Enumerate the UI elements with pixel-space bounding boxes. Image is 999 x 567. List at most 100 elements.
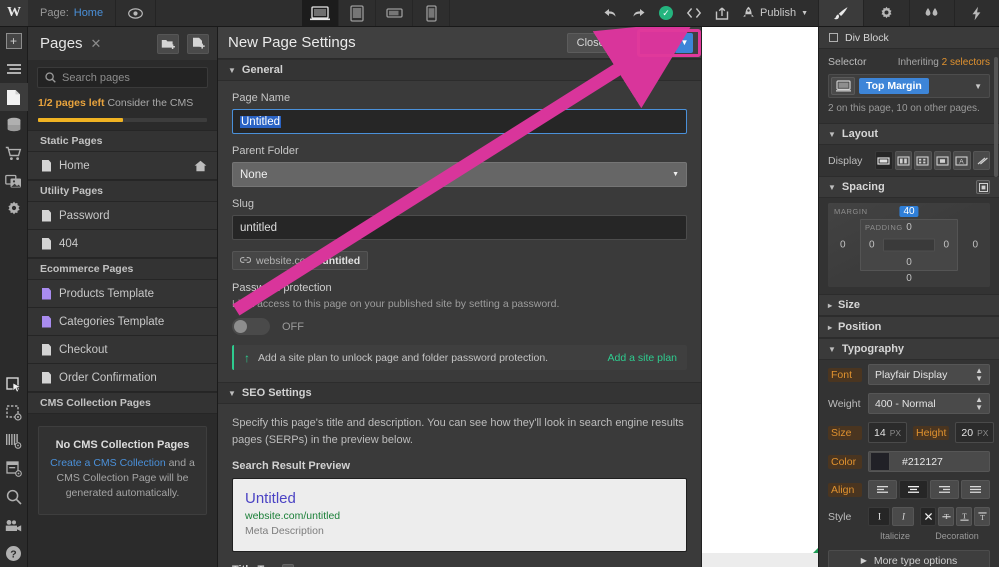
style-panel-scrollbar[interactable] bbox=[994, 57, 998, 177]
new-page-button[interactable] bbox=[187, 33, 209, 54]
font-size-input[interactable]: 14 PX bbox=[868, 422, 908, 443]
more-type-options-button[interactable]: ▶ More type options bbox=[828, 550, 990, 567]
close-icon[interactable]: ✕ bbox=[91, 36, 102, 52]
section-header-position[interactable]: ▸ Position bbox=[819, 316, 999, 338]
color-swatch[interactable] bbox=[870, 452, 890, 471]
breakpoint-mobile-landscape[interactable] bbox=[376, 0, 414, 26]
section-header-size[interactable]: ▸ Size bbox=[819, 294, 999, 316]
padding-left-value[interactable]: 0 bbox=[869, 240, 875, 251]
rail-item-audit-panel[interactable] bbox=[0, 455, 28, 483]
expand-spacing-icon[interactable] bbox=[976, 180, 990, 194]
text-color-field[interactable]: #212127 bbox=[868, 451, 990, 472]
page-item-home[interactable]: Home bbox=[28, 152, 217, 180]
create-button[interactable]: Create bbox=[620, 32, 675, 53]
redo-button[interactable] bbox=[624, 0, 652, 27]
custom-code-button[interactable] bbox=[680, 0, 708, 27]
font-select[interactable]: Playfair Display ▲ ▼ bbox=[868, 364, 990, 385]
display-none-option[interactable] bbox=[972, 151, 990, 170]
align-right-option[interactable] bbox=[930, 480, 959, 499]
align-center-option[interactable] bbox=[899, 480, 928, 499]
close-button[interactable]: Close bbox=[566, 32, 615, 53]
page-item-order-confirmation[interactable]: Order Confirmation bbox=[28, 364, 217, 392]
align-left-option[interactable] bbox=[868, 480, 897, 499]
selected-element-breadcrumb[interactable]: Div Block bbox=[819, 27, 999, 49]
rail-item-add-elements[interactable]: + bbox=[0, 27, 28, 55]
section-header-spacing[interactable]: ▼ Spacing bbox=[819, 176, 999, 198]
underline-option[interactable]: T bbox=[956, 507, 972, 526]
breakpoint-desktop[interactable] bbox=[302, 0, 340, 26]
rail-item-settings[interactable] bbox=[0, 195, 28, 223]
padding-right-value[interactable]: 0 bbox=[943, 240, 949, 251]
padding-bottom-value[interactable]: 0 bbox=[906, 257, 912, 268]
weight-select[interactable]: 400 - Normal ▲ ▼ bbox=[868, 393, 990, 414]
rail-item-audit-contrast[interactable] bbox=[0, 427, 28, 455]
page-item-products-template[interactable]: Products Template bbox=[28, 280, 217, 308]
rail-item-vision-preview[interactable] bbox=[0, 399, 28, 427]
overline-option[interactable]: T bbox=[974, 507, 990, 526]
section-header-typography[interactable]: ▼ Typography bbox=[819, 338, 999, 360]
no-decoration-option[interactable] bbox=[920, 507, 936, 526]
chevron-down-icon[interactable]: ▼ bbox=[974, 82, 987, 91]
upright-option[interactable]: I bbox=[868, 507, 890, 526]
rail-item-select-tool[interactable] bbox=[0, 371, 28, 399]
align-justify-option[interactable] bbox=[961, 480, 990, 499]
page-item-checkout[interactable]: Checkout bbox=[28, 336, 217, 364]
password-toggle[interactable] bbox=[232, 318, 270, 335]
page-name-input[interactable]: Untitled bbox=[232, 109, 687, 134]
selector-chip[interactable]: Top Margin bbox=[859, 78, 929, 94]
search-input[interactable] bbox=[62, 71, 200, 84]
padding-top-value[interactable]: 0 bbox=[906, 222, 912, 233]
tab-settings[interactable] bbox=[863, 0, 908, 26]
database-icon bbox=[6, 117, 22, 133]
tab-style[interactable] bbox=[818, 0, 864, 26]
display-inline-option[interactable]: A bbox=[953, 151, 971, 170]
add-site-plan-link[interactable]: Add a site plan bbox=[608, 352, 677, 364]
undo-button[interactable] bbox=[596, 0, 624, 27]
display-block-option[interactable] bbox=[875, 151, 893, 170]
breakpoint-tablet[interactable] bbox=[339, 0, 377, 26]
parent-folder-select[interactable]: None ▼ bbox=[232, 162, 687, 187]
margin-bottom-value[interactable]: 0 bbox=[906, 273, 912, 284]
rail-item-cms[interactable] bbox=[0, 111, 28, 139]
section-header-layout[interactable]: ▼ Layout bbox=[819, 123, 999, 145]
rail-item-pages[interactable] bbox=[0, 83, 28, 111]
display-grid-option[interactable] bbox=[914, 151, 932, 170]
rail-item-assets[interactable] bbox=[0, 167, 28, 195]
parent-folder-label: Parent Folder bbox=[232, 145, 299, 157]
publish-button[interactable]: Publish ▼ bbox=[736, 0, 818, 27]
create-cms-collection-link[interactable]: Create a CMS Collection bbox=[50, 457, 166, 469]
italic-option[interactable]: I bbox=[892, 507, 914, 526]
margin-left-value[interactable]: 0 bbox=[840, 240, 846, 251]
current-page-indicator[interactable]: Page: Home bbox=[28, 0, 117, 26]
section-header-seo[interactable]: ▼ SEO Settings bbox=[218, 382, 701, 404]
display-inline-block-option[interactable] bbox=[933, 151, 951, 170]
page-item-404[interactable]: 404 bbox=[28, 230, 217, 258]
preview-toggle[interactable] bbox=[116, 0, 157, 26]
spacing-box-model[interactable]: MARGIN PADDING 40 0 0 0 0 0 0 0 bbox=[828, 203, 990, 287]
new-folder-button[interactable] bbox=[157, 33, 179, 54]
tab-interactions[interactable] bbox=[908, 0, 954, 26]
rail-item-search[interactable] bbox=[0, 483, 28, 511]
rail-item-navigator[interactable] bbox=[0, 55, 28, 83]
display-flex-option[interactable] bbox=[894, 151, 912, 170]
line-height-input[interactable]: 20 PX bbox=[955, 422, 995, 443]
section-header-general[interactable]: ▼ General bbox=[218, 59, 701, 81]
create-options-caret[interactable]: ▼ bbox=[675, 32, 693, 53]
export-button[interactable] bbox=[708, 0, 736, 27]
rail-item-video-tutorials[interactable] bbox=[0, 511, 28, 539]
breakpoint-mobile-portrait[interactable] bbox=[413, 0, 451, 26]
page-item-password[interactable]: Password bbox=[28, 202, 217, 230]
page-url-chip[interactable]: website.com/untitled bbox=[232, 251, 369, 270]
rail-item-ecommerce[interactable] bbox=[0, 139, 28, 167]
slug-input[interactable]: untitled bbox=[232, 215, 687, 240]
saved-status[interactable]: ✓ bbox=[652, 0, 680, 27]
search-pages-field[interactable] bbox=[37, 67, 208, 88]
selector-field[interactable]: Top Margin ▼ bbox=[828, 74, 990, 98]
rail-item-help[interactable]: ? bbox=[0, 539, 28, 567]
page-item-categories-template[interactable]: Categories Template bbox=[28, 308, 217, 336]
strikethrough-option[interactable]: T bbox=[938, 507, 954, 526]
margin-right-value[interactable]: 0 bbox=[972, 240, 978, 251]
webflow-logo[interactable]: W bbox=[0, 0, 28, 26]
margin-top-value[interactable]: 40 bbox=[899, 206, 919, 217]
tab-effects[interactable] bbox=[953, 0, 999, 26]
